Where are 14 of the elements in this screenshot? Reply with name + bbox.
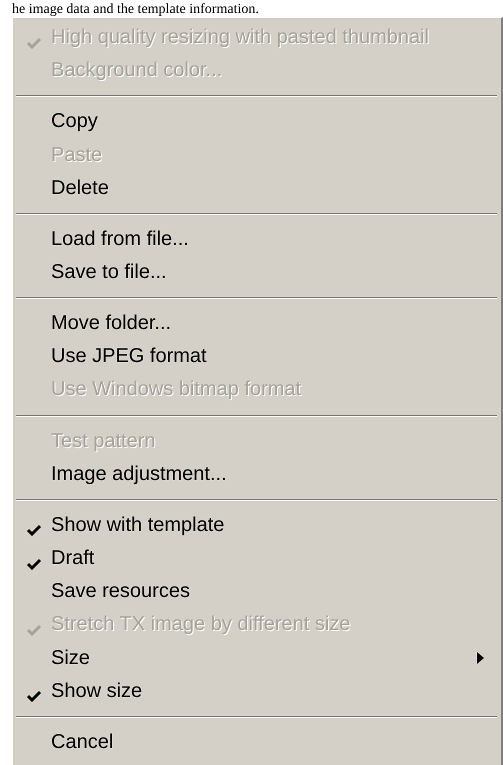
menu-item[interactable]: Move folder... — [15, 307, 498, 340]
menu-item[interactable]: Use JPEG format — [15, 340, 498, 374]
menu-item[interactable]: Draft — [15, 542, 498, 576]
menu-item[interactable]: Image adjustment... — [15, 458, 498, 491]
menu-item[interactable]: Show with template — [15, 508, 498, 542]
menu-item[interactable]: Save to file... — [15, 256, 498, 290]
menu-item[interactable]: Copy — [15, 105, 498, 138]
caption-text: he image data and the template information. — [12, 2, 259, 18]
menu-item[interactable]: Load from file... — [15, 222, 498, 256]
menu-item[interactable]: Delete — [15, 172, 498, 205]
menu-item[interactable]: Save resources — [15, 575, 498, 608]
menu-item[interactable]: Cancel — [15, 726, 498, 759]
menu-item[interactable]: Size — [15, 642, 498, 675]
menu-item[interactable]: Show size — [15, 674, 498, 708]
